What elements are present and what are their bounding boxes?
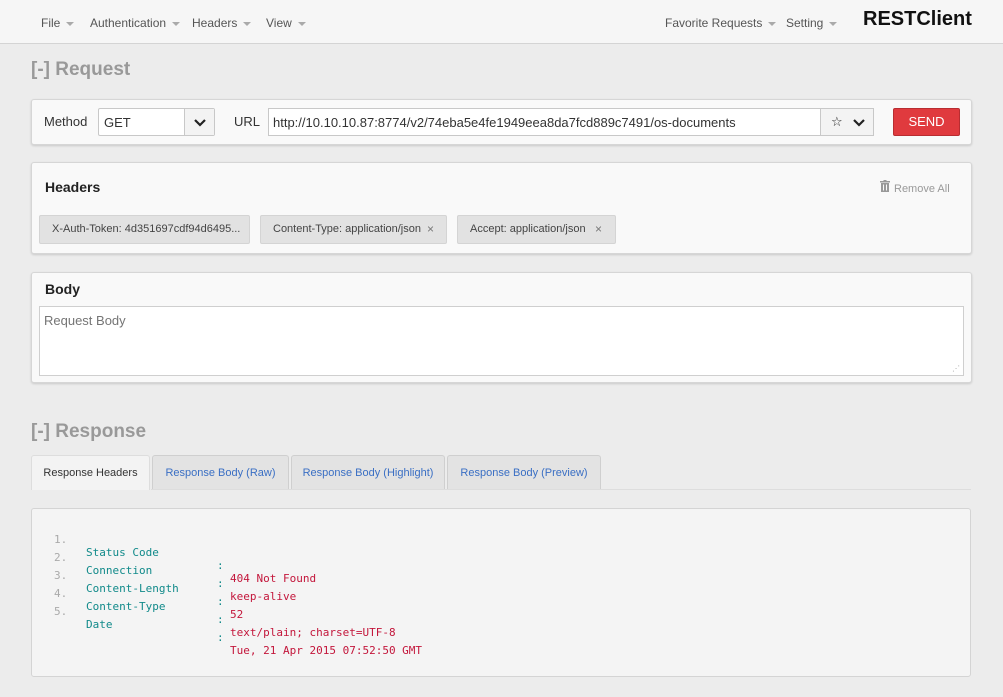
headers-title: Headers xyxy=(45,179,101,195)
header-chip[interactable]: Accept: application/json × xyxy=(457,215,616,244)
menu-file[interactable]: File xyxy=(41,16,75,30)
header-separator: : xyxy=(217,577,224,590)
header-key: Connection xyxy=(86,564,153,577)
header-separator: : xyxy=(217,595,224,608)
remove-all-label: Remove All xyxy=(894,183,950,195)
close-icon[interactable]: × xyxy=(595,216,602,243)
response-header-line: 4. Content-Type : text/plain; charset=UT… xyxy=(32,574,396,639)
header-value: 404 Not Found xyxy=(230,572,317,585)
remove-all-button[interactable]: Remove All xyxy=(880,180,950,195)
caret-down-icon xyxy=(297,21,306,26)
tab-divider xyxy=(151,489,971,490)
caret-down-icon xyxy=(768,21,777,26)
header-chip[interactable]: Content-Type: application/json × xyxy=(260,215,447,244)
url-actions: ☆ xyxy=(820,108,874,136)
menu-headers-label: Headers xyxy=(192,16,238,30)
method-select[interactable]: GET xyxy=(98,108,215,136)
tab-response-headers[interactable]: Response Headers xyxy=(31,455,150,490)
tab-response-body-raw[interactable]: Response Body (Raw) xyxy=(152,455,289,490)
menu-file-label: File xyxy=(41,16,61,30)
header-value: keep-alive xyxy=(230,590,297,603)
trash-icon xyxy=(880,180,890,195)
tab-response-body-highlight[interactable]: Response Body (Highlight) xyxy=(291,455,445,490)
header-chip-text: Content-Type: application/json xyxy=(273,223,421,235)
response-header-line: 1. Status Code : 404 Not Found xyxy=(32,520,316,585)
chevron-down-icon[interactable] xyxy=(184,109,214,135)
header-key: Status Code xyxy=(86,546,159,559)
menu-view-label: View xyxy=(266,16,292,30)
header-separator: : xyxy=(217,559,224,572)
close-icon[interactable]: × xyxy=(427,216,434,243)
header-key: Date xyxy=(86,618,113,631)
menu-favorite-requests[interactable]: Favorite Requests xyxy=(665,16,777,30)
resize-handle-icon[interactable]: ⋰ xyxy=(952,365,960,373)
header-value: 52 xyxy=(230,608,244,621)
menu-authentication[interactable]: Authentication xyxy=(90,16,181,30)
response-header-line: 2. Connection : keep-alive xyxy=(32,538,296,603)
caret-down-icon xyxy=(829,21,838,26)
header-key: Content-Type xyxy=(86,600,166,613)
menu-authentication-label: Authentication xyxy=(90,16,167,30)
method-label: Method xyxy=(44,114,88,129)
method-value: GET xyxy=(104,115,131,130)
header-chip-text: Accept: application/json xyxy=(470,223,586,235)
header-separator: : xyxy=(217,631,224,644)
header-value: Tue, 21 Apr 2015 07:52:50 GMT xyxy=(230,644,423,657)
caret-down-icon xyxy=(172,21,181,26)
send-button[interactable]: SEND xyxy=(893,108,960,136)
menu-favorite-requests-label: Favorite Requests xyxy=(665,16,763,30)
header-chip[interactable]: X-Auth-Token: 4d351697cdf94d6495... xyxy=(39,215,250,244)
header-value: text/plain; charset=UTF-8 xyxy=(230,626,396,639)
header-separator: : xyxy=(217,613,224,626)
response-header-line: 5. Date : Tue, 21 Apr 2015 07:52:50 GMT xyxy=(32,592,422,657)
caret-down-icon xyxy=(66,21,75,26)
request-body-textarea[interactable] xyxy=(40,307,963,375)
header-key: Content-Length xyxy=(86,582,179,595)
menu-setting[interactable]: Setting xyxy=(786,16,838,30)
caret-down-icon xyxy=(243,21,252,26)
request-body-field[interactable]: ⋰ xyxy=(39,306,964,376)
url-field[interactable] xyxy=(268,108,821,136)
menu-view[interactable]: View xyxy=(266,16,306,30)
url-input[interactable] xyxy=(269,109,820,135)
response-header-line: 3. Content-Length : 52 xyxy=(32,556,243,621)
brand-logo[interactable]: RESTClient xyxy=(863,8,972,31)
body-title: Body xyxy=(45,281,80,297)
response-section-title[interactable]: [-] Response xyxy=(31,421,146,443)
request-section-title[interactable]: [-] Request xyxy=(31,59,130,81)
tab-response-body-preview[interactable]: Response Body (Preview) xyxy=(447,455,601,490)
top-navbar: File Authentication Headers View Favorit… xyxy=(0,0,1003,44)
header-chip-text: X-Auth-Token: 4d351697cdf94d6495... xyxy=(52,223,241,235)
star-icon[interactable]: ☆ xyxy=(831,114,843,130)
chevron-down-icon[interactable] xyxy=(853,114,865,129)
url-label: URL xyxy=(234,114,261,129)
line-number: 5. xyxy=(54,605,68,618)
menu-headers[interactable]: Headers xyxy=(192,16,252,30)
menu-setting-label: Setting xyxy=(786,16,824,30)
response-headers-pane: 1. Status Code : 404 Not Found 2. Connec… xyxy=(31,508,971,677)
